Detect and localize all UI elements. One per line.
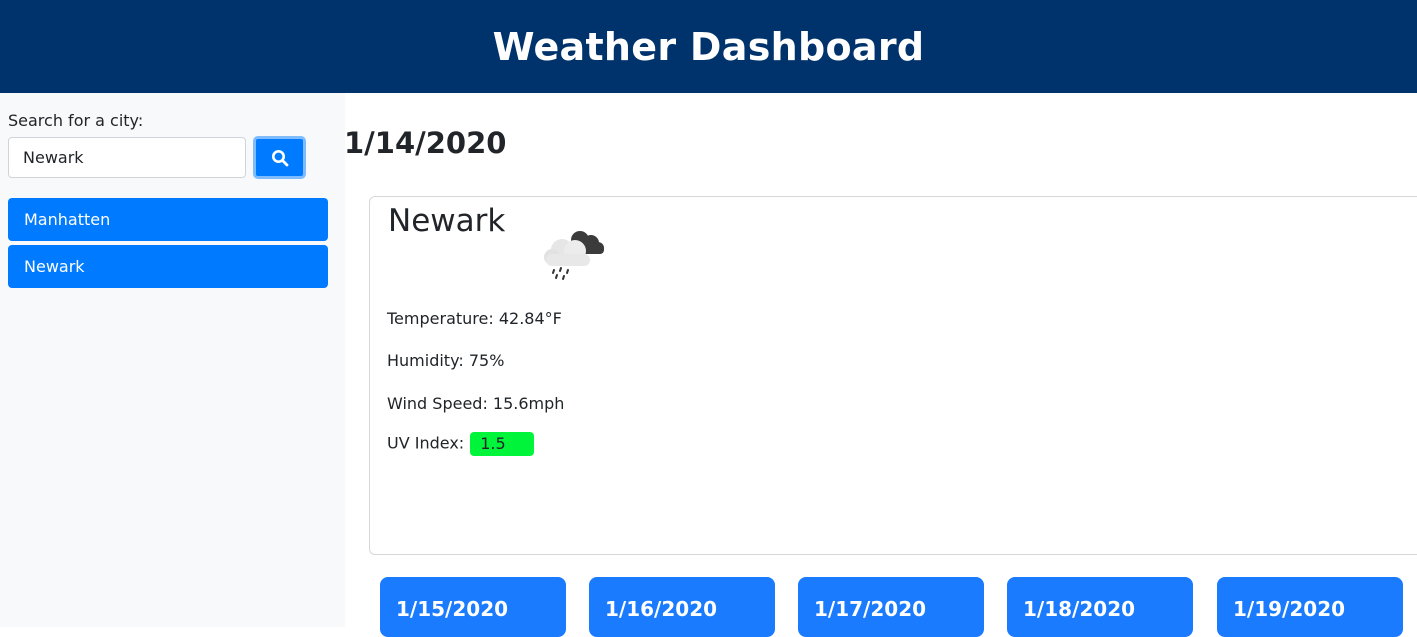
uv-index-row: UV Index: 1.5 — [387, 432, 535, 456]
city-history-item-manhatten[interactable]: Manhatten — [8, 198, 328, 241]
forecast-date: 1/16/2020 — [605, 597, 718, 621]
forecast-card: 1/16/2020 — [589, 577, 775, 637]
temperature-text: Temperature: 42.84°F — [387, 309, 562, 328]
forecast-card: 1/19/2020 — [1217, 577, 1403, 637]
forecast-date: 1/17/2020 — [814, 597, 927, 621]
uv-index-label: UV Index: — [387, 433, 465, 453]
city-history-label: Manhatten — [24, 210, 111, 229]
sidebar: Search for a city: Manhatten Newark — [0, 93, 345, 627]
current-weather-card: Newark Temperature: 42.84°F Humidity: 75… — [369, 196, 1417, 555]
search-label: Search for a city: — [8, 111, 144, 130]
page-title: Weather Dashboard — [492, 24, 925, 69]
search-button[interactable] — [253, 136, 306, 179]
search-input[interactable] — [8, 137, 246, 178]
city-name: Newark — [388, 203, 506, 239]
wind-speed-text: Wind Speed: 15.6mph — [387, 394, 565, 413]
forecast-card: 1/17/2020 — [798, 577, 984, 637]
app-header: Weather Dashboard — [0, 0, 1417, 93]
current-date: 1/14/2020 — [344, 126, 507, 160]
forecast-date: 1/19/2020 — [1233, 597, 1346, 621]
humidity-text: Humidity: 75% — [387, 351, 505, 370]
forecast-card: 1/15/2020 — [380, 577, 566, 637]
forecast-date: 1/18/2020 — [1023, 597, 1136, 621]
uv-index-badge: 1.5 — [470, 432, 535, 456]
city-history-label: Newark — [24, 257, 85, 276]
search-icon — [271, 149, 288, 166]
forecast-card: 1/18/2020 — [1007, 577, 1193, 637]
forecast-date: 1/15/2020 — [396, 597, 509, 621]
city-history-item-newark[interactable]: Newark — [8, 245, 328, 288]
rain-cloud-icon — [544, 231, 604, 280]
